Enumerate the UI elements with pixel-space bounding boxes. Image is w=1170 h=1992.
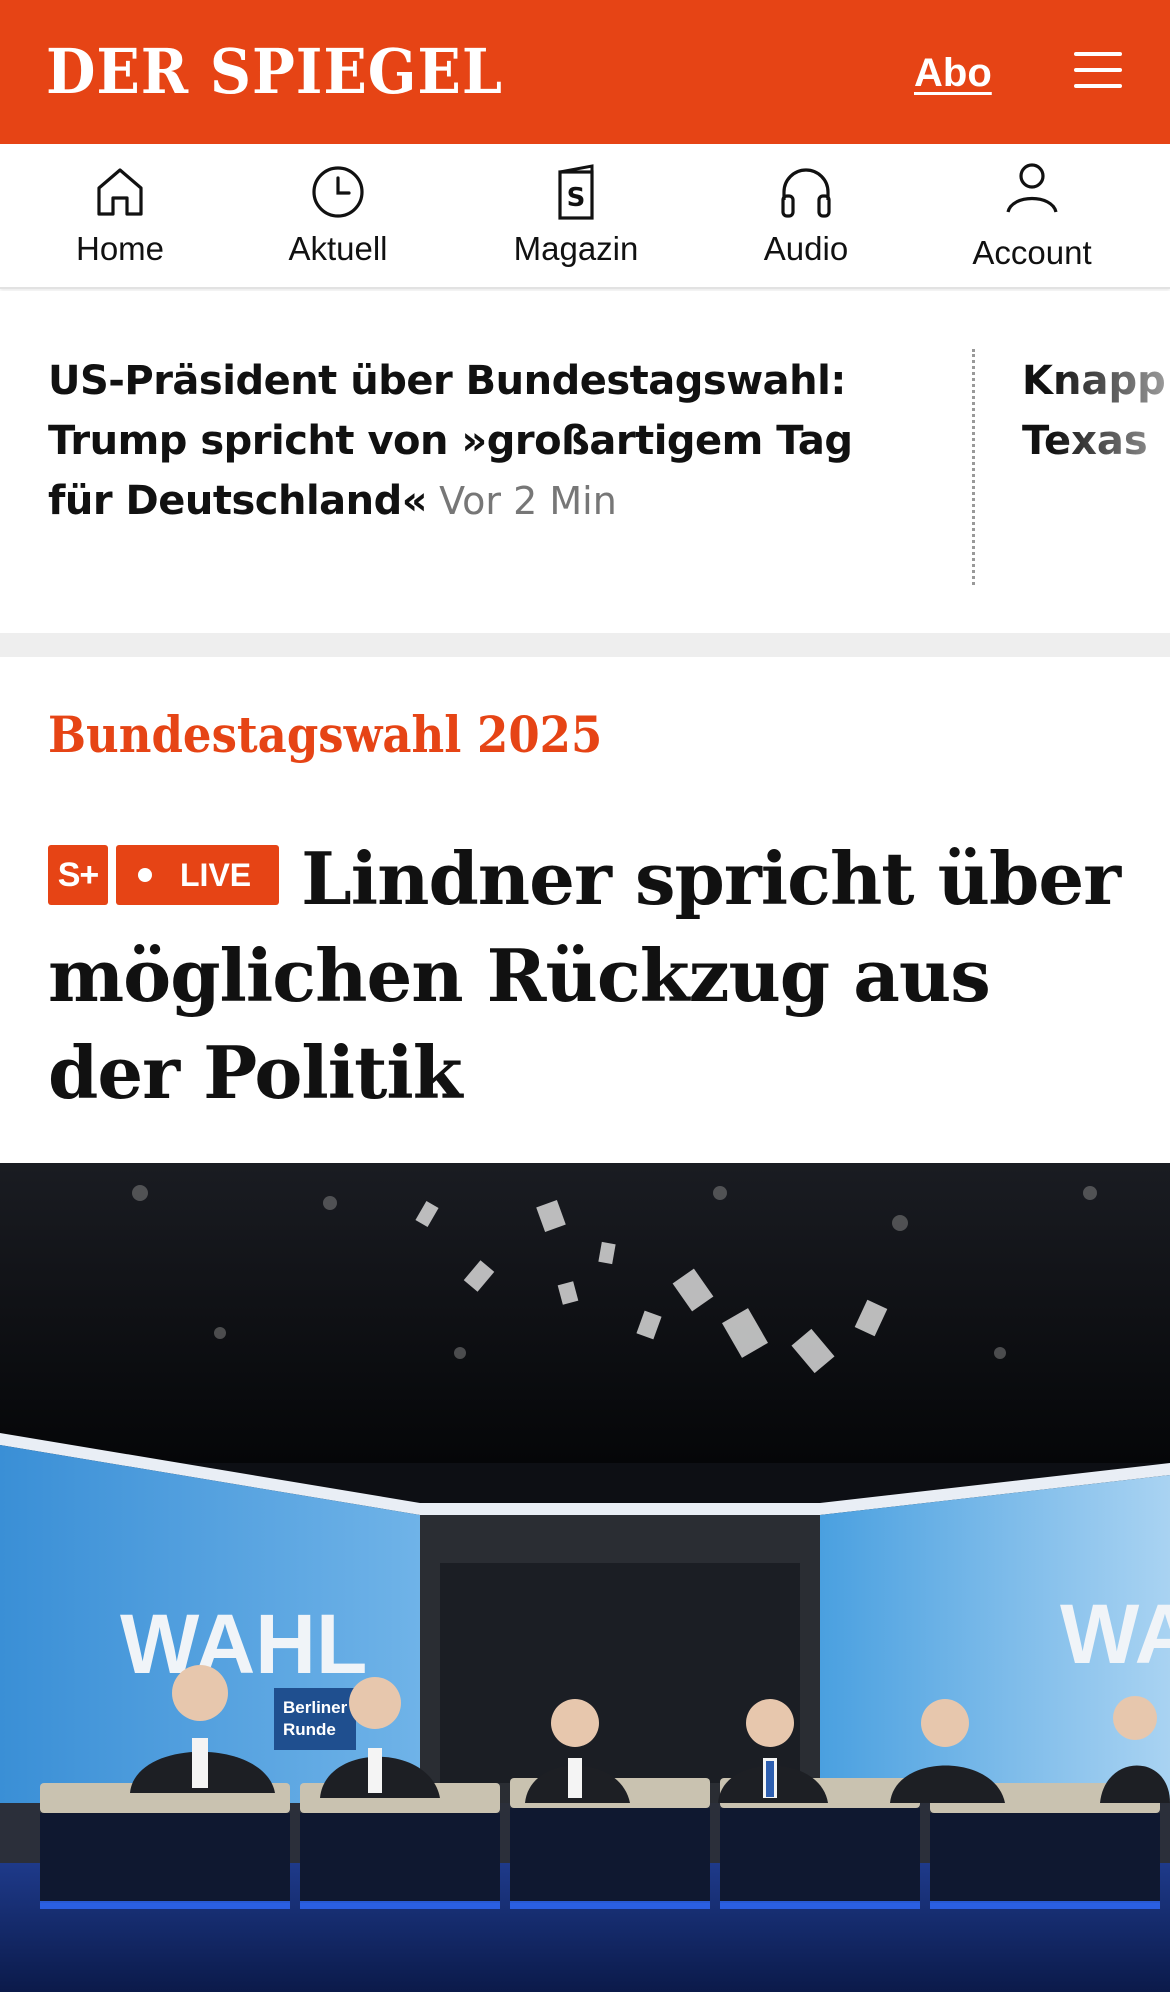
headphones-icon [781, 168, 831, 218]
ticker-fade [1050, 291, 1170, 633]
live-badge: LIVE [116, 845, 280, 905]
news-ticker[interactable]: US-Präsident über Bundestagswahl: Trump … [0, 291, 1170, 633]
article-kicker[interactable]: Bundestagswahl 2025 [48, 700, 602, 770]
nav-label-audio: Audio [763, 230, 849, 267]
svg-text:S: S [567, 183, 586, 213]
nav-label-home: Home [75, 230, 165, 267]
abo-link[interactable]: Abo [914, 48, 992, 98]
live-dot-icon [138, 868, 152, 882]
nav-label-magazin: Magazin [513, 230, 639, 267]
studio-sign-wahl: WAHL [120, 1597, 367, 1691]
live-badge-label: LIVE [180, 857, 252, 893]
spiegel-logo[interactable]: DER SPIEGEL [46, 36, 503, 108]
home-icon [97, 168, 143, 216]
spiegel-plus-badge: S+ [48, 845, 108, 905]
tv-studio-photo: WAHL Berliner Runde WA [0, 1163, 1170, 1992]
article-hero-image[interactable]: WAHL Berliner Runde WA [0, 1163, 1170, 1992]
top-bar: DER SPIEGEL Abo [0, 0, 1170, 144]
ticker-timestamp: Vor 2 Min [439, 479, 617, 523]
article-headline[interactable]: S+ LIVE Lindner spricht über möglichen Rüc… [48, 830, 1138, 1121]
ticker-item[interactable]: US-Präsident über Bundestagswahl: Trump … [48, 351, 928, 531]
nav-label-aktuell: Aktuell [288, 230, 388, 267]
nav-item-aktuell[interactable]: Aktuell [258, 144, 418, 289]
clock-icon [312, 166, 364, 218]
ticker-separator [972, 349, 975, 585]
nav-label-account: Account [972, 234, 1092, 271]
nav-item-home[interactable]: Home [40, 144, 200, 289]
studio-sign-small: Berliner [283, 1698, 348, 1717]
magazine-icon: S [558, 164, 594, 220]
nav-item-account[interactable]: Account [950, 144, 1114, 289]
user-icon [1006, 163, 1058, 213]
studio-sign-small: Runde [283, 1720, 336, 1739]
main-navigation: Home Aktuell S Magazin Audio Account [0, 144, 1170, 289]
studio-sign-wahl-right: WA [1060, 1587, 1170, 1681]
hamburger-menu-icon[interactable] [1074, 52, 1122, 88]
section-divider [0, 633, 1170, 657]
nav-item-magazin[interactable]: S Magazin [486, 144, 666, 289]
nav-item-audio[interactable]: Audio [726, 144, 886, 289]
